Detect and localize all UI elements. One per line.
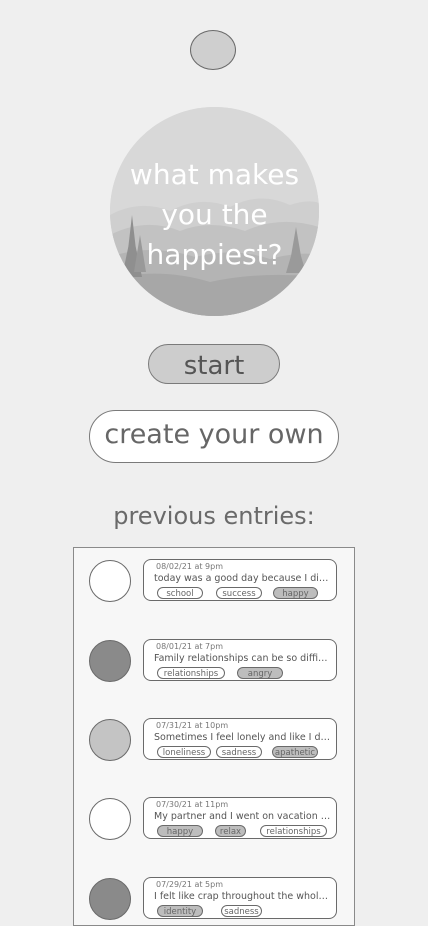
entry-preview-text: Sometimes I feel lonely and like I don't… <box>154 732 332 743</box>
prompt-line-3: happiest? <box>146 238 283 271</box>
entry-preview-text: Family relationships can be so difficult… <box>154 653 332 664</box>
prompt-question: what makes you the happiest? <box>110 155 319 275</box>
tag-chip[interactable]: relationships <box>157 667 225 679</box>
tag-chip[interactable]: relationships <box>260 825 327 837</box>
prompt-line-2: you the <box>161 198 268 231</box>
tag-chip[interactable]: apathetic <box>272 746 318 758</box>
entry-item[interactable]: 07/31/21 at 10pm Sometimes I feel lonely … <box>74 707 354 767</box>
start-button[interactable]: start <box>148 344 280 384</box>
tag-chip[interactable]: happy <box>157 825 203 837</box>
entry-date: 07/30/21 at 11pm <box>156 800 229 809</box>
tag-chip[interactable]: school <box>157 587 203 599</box>
daily-prompt-circle: what makes you the happiest? <box>110 107 319 316</box>
entry-preview-text: My partner and I went on vacation and it… <box>154 811 332 822</box>
entry-mood-indicator <box>89 878 131 920</box>
entry-preview-text: today was a good day because I did well … <box>154 573 332 584</box>
entry-mood-indicator <box>89 640 131 682</box>
entry-date: 07/31/21 at 10pm <box>156 721 229 730</box>
entry-card[interactable]: 07/29/21 at 5pm I felt like crap througho… <box>143 877 337 919</box>
tag-chip[interactable]: sadness <box>216 746 262 758</box>
prompt-line-1: what makes <box>129 158 300 191</box>
entry-item[interactable]: 07/30/21 at 11pm My partner and I went on… <box>74 786 354 846</box>
tag-chip[interactable]: identity <box>157 905 203 917</box>
entry-mood-indicator <box>89 560 131 602</box>
tag-chip[interactable]: happy <box>273 587 318 599</box>
tag-chip[interactable]: success <box>216 587 262 599</box>
previous-entries-list[interactable]: 08/02/21 at 9pm today was a good day beca… <box>73 547 355 926</box>
entry-card[interactable]: 08/01/21 at 7pm Family relationships can … <box>143 639 337 681</box>
entry-card[interactable]: 07/30/21 at 11pm My partner and I went on… <box>143 797 337 839</box>
entry-date: 08/01/21 at 7pm <box>156 642 224 651</box>
entry-date: 08/02/21 at 9pm <box>156 562 224 571</box>
create-your-own-button[interactable]: create your own <box>89 410 339 463</box>
tag-chip[interactable]: angry <box>237 667 283 679</box>
entry-item[interactable]: 07/29/21 at 5pm I felt like crap througho… <box>74 866 354 925</box>
entry-mood-indicator <box>89 719 131 761</box>
entry-item[interactable]: 08/02/21 at 9pm today was a good day beca… <box>74 548 354 608</box>
tag-chip[interactable]: sadness <box>221 905 262 917</box>
entry-card[interactable]: 07/31/21 at 10pm Sometimes I feel lonely … <box>143 718 337 760</box>
entry-preview-text: I felt like crap throughout the whole da… <box>154 891 332 902</box>
previous-entries-heading: previous entries: <box>113 502 315 530</box>
entry-date: 07/29/21 at 5pm <box>156 880 224 889</box>
entry-card[interactable]: 08/02/21 at 9pm today was a good day beca… <box>143 559 337 601</box>
tag-chip[interactable]: loneliness <box>157 746 211 758</box>
profile-avatar[interactable] <box>190 30 236 70</box>
entry-item[interactable]: 08/01/21 at 7pm Family relationships can … <box>74 628 354 688</box>
entry-mood-indicator <box>89 798 131 840</box>
tag-chip[interactable]: relax <box>215 825 246 837</box>
